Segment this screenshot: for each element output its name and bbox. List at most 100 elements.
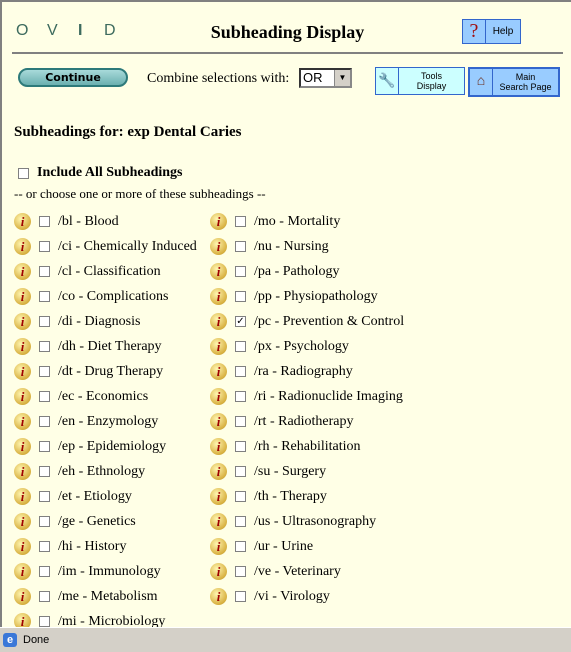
info-icon[interactable]: i — [210, 438, 227, 455]
subheading-checkbox[interactable] — [235, 491, 246, 502]
info-icon[interactable]: i — [210, 238, 227, 255]
subheading-checkbox[interactable] — [39, 366, 50, 377]
info-icon[interactable]: i — [210, 363, 227, 380]
subheading-checkbox[interactable] — [39, 291, 50, 302]
info-icon[interactable]: i — [210, 563, 227, 580]
info-icon[interactable]: i — [14, 313, 31, 330]
info-icon[interactable]: i — [14, 488, 31, 505]
subheading-checkbox[interactable] — [235, 541, 246, 552]
subheading-checkbox[interactable] — [39, 266, 50, 277]
subheading-item: i/mi - Microbiology — [14, 609, 197, 627]
subheading-checkbox[interactable]: ✓ — [235, 316, 246, 327]
subheading-item: i/rh - Rehabilitation — [210, 434, 404, 459]
subheading-checkbox[interactable] — [39, 216, 50, 227]
include-all-option[interactable]: Include All Subheadings — [18, 165, 183, 181]
include-all-checkbox[interactable] — [18, 167, 29, 179]
subheading-label: /eh - Ethnology — [58, 463, 146, 479]
info-icon[interactable]: i — [14, 438, 31, 455]
subheading-item: i/us - Ultrasonography — [210, 509, 404, 534]
info-icon[interactable]: i — [210, 463, 227, 480]
subheading-checkbox[interactable] — [39, 516, 50, 527]
info-icon[interactable]: i — [210, 313, 227, 330]
help-button[interactable]: ? Help — [462, 19, 562, 44]
info-icon[interactable]: i — [210, 413, 227, 430]
info-icon[interactable]: i — [210, 513, 227, 530]
info-icon[interactable]: i — [14, 563, 31, 580]
subheading-checkbox[interactable] — [39, 441, 50, 452]
combine-select[interactable]: OR ▼ — [299, 68, 352, 88]
subheading-checkbox[interactable] — [235, 216, 246, 227]
subheading-checkbox[interactable] — [235, 241, 246, 252]
subheading-checkbox[interactable] — [235, 291, 246, 302]
subheading-label: /su - Surgery — [254, 463, 327, 479]
subheading-label: /dh - Diet Therapy — [58, 338, 162, 354]
divider — [12, 52, 563, 54]
info-icon[interactable]: i — [14, 588, 31, 605]
info-icon[interactable]: i — [210, 288, 227, 305]
info-icon[interactable]: i — [210, 588, 227, 605]
subheading-item: i/rt - Radiotherapy — [210, 409, 404, 434]
info-icon[interactable]: i — [210, 388, 227, 405]
subheading-checkbox[interactable] — [39, 416, 50, 427]
info-icon[interactable]: i — [210, 538, 227, 555]
info-icon[interactable]: i — [14, 538, 31, 555]
subheading-label: /us - Ultrasonography — [254, 513, 377, 529]
subheading-checkbox[interactable] — [235, 441, 246, 452]
tools-display-button[interactable]: 🔧 Tools Display — [375, 67, 465, 95]
info-icon[interactable]: i — [14, 238, 31, 255]
subheading-checkbox[interactable] — [39, 391, 50, 402]
subheading-label: /th - Therapy — [254, 488, 327, 504]
subheading-label: /ge - Genetics — [58, 513, 136, 529]
info-icon[interactable]: i — [210, 263, 227, 280]
subheading-label: /co - Complications — [58, 288, 169, 304]
info-icon[interactable]: i — [14, 363, 31, 380]
subheading-item: i/cl - Classification — [14, 259, 197, 284]
subheading-checkbox[interactable] — [235, 366, 246, 377]
subheading-label: /rh - Rehabilitation — [254, 438, 361, 454]
info-icon[interactable]: i — [210, 338, 227, 355]
subheading-item: i/ri - Radionuclide Imaging — [210, 384, 404, 409]
subheading-checkbox[interactable] — [39, 316, 50, 327]
info-icon[interactable]: i — [210, 488, 227, 505]
subheading-item: i/pa - Pathology — [210, 259, 404, 284]
subheading-checkbox[interactable] — [39, 616, 50, 627]
subheading-checkbox[interactable] — [235, 391, 246, 402]
main-search-page-button[interactable]: ⌂ Main Search Page — [468, 67, 560, 97]
info-icon[interactable]: i — [14, 213, 31, 230]
subheading-item: i/me - Metabolism — [14, 584, 197, 609]
info-icon[interactable]: i — [14, 288, 31, 305]
subheading-checkbox[interactable] — [39, 491, 50, 502]
subheading-checkbox[interactable] — [235, 416, 246, 427]
subheading-checkbox[interactable] — [235, 516, 246, 527]
subheading-checkbox[interactable] — [235, 566, 246, 577]
subheading-checkbox[interactable] — [235, 466, 246, 477]
subheading-label: /vi - Virology — [254, 588, 330, 604]
subheading-checkbox[interactable] — [235, 591, 246, 602]
info-icon[interactable]: i — [14, 463, 31, 480]
subheading-label: /ur - Urine — [254, 538, 314, 554]
subheading-label: /ec - Economics — [58, 388, 149, 404]
info-icon[interactable]: i — [210, 213, 227, 230]
info-icon[interactable]: i — [14, 613, 31, 627]
subheading-checkbox[interactable] — [235, 341, 246, 352]
info-icon[interactable]: i — [14, 513, 31, 530]
subheading-checkbox[interactable] — [39, 566, 50, 577]
include-all-label: Include All Subheadings — [37, 165, 183, 180]
info-icon[interactable]: i — [14, 413, 31, 430]
subheading-item: i ✓ /pc - Prevention & Control — [210, 309, 404, 334]
subheading-checkbox[interactable] — [39, 341, 50, 352]
subheading-checkbox[interactable] — [235, 266, 246, 277]
continue-button[interactable]: Continue — [18, 68, 128, 87]
subheading-checkbox[interactable] — [39, 466, 50, 477]
subheading-label: /im - Immunology — [58, 563, 161, 579]
info-icon[interactable]: i — [14, 338, 31, 355]
subheading-checkbox[interactable] — [39, 541, 50, 552]
info-icon[interactable]: i — [14, 388, 31, 405]
status-bar: e Done — [0, 627, 571, 652]
info-icon[interactable]: i — [14, 263, 31, 280]
subheading-label: /rt - Radiotherapy — [254, 413, 354, 429]
subheading-checkbox[interactable] — [39, 591, 50, 602]
subheading-item: i/ur - Urine — [210, 534, 404, 559]
right-subheading-column: i/mo - Mortality i/nu - Nursing i/pa - Pat… — [210, 209, 404, 609]
subheading-checkbox[interactable] — [39, 241, 50, 252]
